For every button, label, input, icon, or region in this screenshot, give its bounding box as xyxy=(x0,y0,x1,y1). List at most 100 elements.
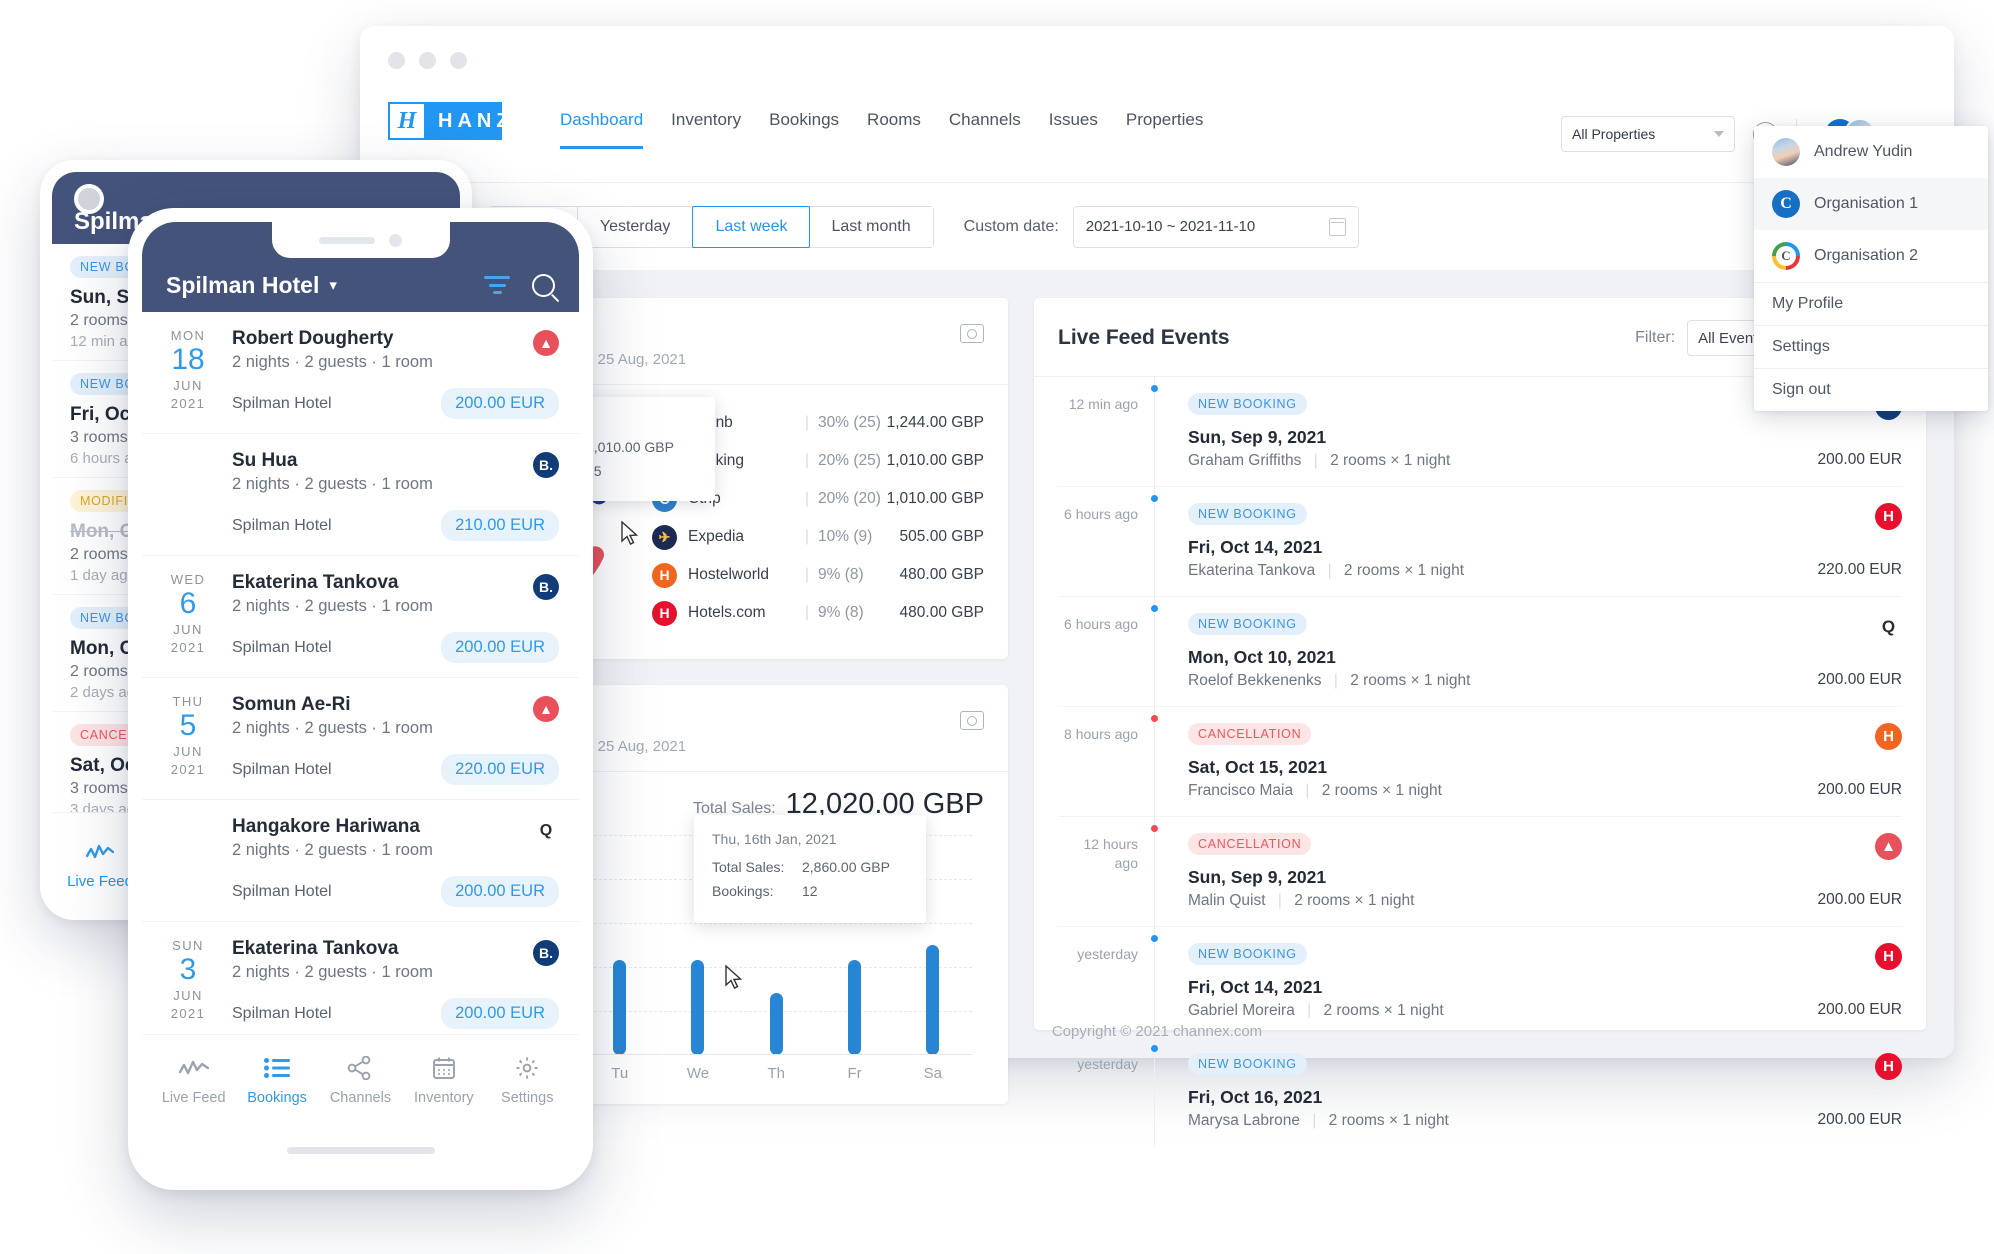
divider: | xyxy=(805,490,809,508)
nav-item-rooms[interactable]: Rooms xyxy=(867,110,921,146)
logo-wordmark: HANZ xyxy=(426,102,502,140)
calendar-icon xyxy=(1329,218,1346,236)
nav-item-channels[interactable]: Channels xyxy=(949,110,1021,146)
live-feed-row[interactable]: yesterday NEW BOOKING H Fri, Oct 14, 202… xyxy=(1058,927,1902,1037)
maximize-window-dot[interactable] xyxy=(450,52,467,69)
x-label: We xyxy=(659,1065,737,1082)
camera-icon[interactable] xyxy=(960,711,984,730)
dropdown-item-organisation-2[interactable]: C Organisation 2 xyxy=(1754,230,1988,282)
mouse-cursor-icon xyxy=(620,521,640,547)
guest-name: Marysa Labrone xyxy=(1188,1112,1300,1129)
guest-name: Francisco Maia xyxy=(1188,782,1293,799)
booking-list-item[interactable]: WED 6 JUN 2021 Ekaterina Tankova 2 night… xyxy=(142,556,579,678)
booking-footer: Spilman Hotel 220.00 EUR xyxy=(232,754,559,785)
guest-name: Gabriel Moreira xyxy=(1188,1002,1295,1019)
month: JUN xyxy=(158,378,218,393)
booking-list-item[interactable]: MON 18 JUN 2021 Robert Dougherty 2 night… xyxy=(142,312,579,434)
source-amount: 1,010.00 GBP xyxy=(887,452,984,470)
phone-nav-item-live-feed[interactable]: Live Feed xyxy=(157,1053,231,1176)
source-row-expedia[interactable]: ✈ Expedia | 10% (9) 505.00 GBP xyxy=(652,525,984,550)
event-detail: 2 rooms × 1 night xyxy=(1323,1002,1443,1019)
camera-icon[interactable] xyxy=(960,324,984,343)
phone-bookings-list[interactable]: MON 18 JUN 2021 Robert Dougherty 2 night… xyxy=(142,312,579,1034)
phone-hotel-title[interactable]: Spilman Hotel xyxy=(166,272,319,299)
chevron-down-icon[interactable]: ▾ xyxy=(329,276,337,294)
bar[interactable] xyxy=(691,960,704,1055)
date-preset-last-month[interactable]: Last month xyxy=(809,207,932,247)
booking-main: Somun Ae-Ri 2 nights · 2 guests · 1 room… xyxy=(218,694,559,785)
phone-nav-label: Channels xyxy=(330,1090,391,1106)
source-row-hotels[interactable]: H Hotels.com | 9% (8) 480.00 GBP xyxy=(652,601,984,626)
search-icon[interactable] xyxy=(532,274,555,297)
x-label: Sa xyxy=(894,1065,972,1082)
booking-list-item[interactable]: Su Hua 2 nights · 2 guests · 1 room Spil… xyxy=(142,434,579,556)
event-date: Fri, Oct 14, 2021 xyxy=(1188,537,1902,558)
booking-icon: B. xyxy=(533,574,559,600)
date-preset-last-week[interactable]: Last week xyxy=(692,206,810,248)
source-amount: 480.00 GBP xyxy=(900,566,984,584)
booking-date-block xyxy=(158,816,218,907)
front-camera-icon xyxy=(389,234,402,247)
footer-copyright: Copyright © 2021 channex.com xyxy=(360,1023,1954,1040)
hotels-icon: H xyxy=(1875,503,1902,530)
source-amount: 1,010.00 GBP xyxy=(887,490,984,508)
bar[interactable] xyxy=(613,960,626,1055)
home-indicator xyxy=(287,1147,435,1154)
date-preset-yesterday[interactable]: Yesterday xyxy=(578,207,694,247)
hotels-icon: H xyxy=(652,601,677,626)
event-amount: 200.00 EUR xyxy=(1818,1111,1902,1129)
speaker-icon xyxy=(319,237,375,244)
dropdown-item-profile-name[interactable]: Andrew Yudin xyxy=(1754,126,1988,178)
close-window-dot[interactable] xyxy=(388,52,405,69)
dropdown-label: My Profile xyxy=(1772,295,1843,313)
user-dropdown-menu[interactable]: Andrew Yudin C Organisation 1 C Organisa… xyxy=(1754,126,1988,411)
year: 2021 xyxy=(158,640,218,655)
airbnb-icon: ▲ xyxy=(533,330,559,356)
property-select[interactable]: All Properties xyxy=(1561,116,1735,152)
nav-item-issues[interactable]: Issues xyxy=(1049,110,1098,146)
dropdown-item-organisation-1[interactable]: C Organisation 1 xyxy=(1754,178,1988,230)
phone-nav-item-settings[interactable]: Settings xyxy=(490,1053,564,1176)
dropdown-label: Organisation 2 xyxy=(1814,247,1918,265)
booking-list-item[interactable]: SUN 3 JUN 2021 Ekaterina Tankova 2 night… xyxy=(142,922,579,1034)
status-badge: NEW BOOKING xyxy=(1188,393,1307,415)
booking-list-item[interactable]: THU 5 JUN 2021 Somun Ae-Ri 2 nights · 2 … xyxy=(142,678,579,800)
bar[interactable] xyxy=(848,960,861,1055)
nav-item-inventory[interactable]: Inventory xyxy=(671,110,741,146)
window-controls[interactable] xyxy=(388,52,467,69)
guest-name: Malin Quist xyxy=(1188,892,1266,909)
filter-icon[interactable] xyxy=(484,276,510,294)
main-navigation[interactable]: Dashboard Inventory Bookings Rooms Chann… xyxy=(560,110,1203,149)
phone-nav-item-bookings[interactable]: Bookings xyxy=(240,1053,314,1176)
live-feed-row[interactable]: 6 hours ago NEW BOOKING H Fri, Oct 14, 2… xyxy=(1058,487,1902,597)
source-row-hostelworld[interactable]: H Hostelworld | 9% (8) 480.00 GBP xyxy=(652,563,984,588)
phone-nav-label: Live Feed xyxy=(162,1090,226,1106)
event-meta: Malin Quist | 2 rooms × 1 night xyxy=(1188,892,1902,910)
minimize-window-dot[interactable] xyxy=(419,52,436,69)
phone-nav-item-inventory[interactable]: Inventory xyxy=(407,1053,481,1176)
phone-nav-item-channels[interactable]: Channels xyxy=(323,1053,397,1176)
source-name: Hotels.com xyxy=(688,604,796,622)
booking-detail: 2 nights · 2 guests · 1 room xyxy=(232,475,559,494)
sales-tooltip: Thu, 16th Jan, 2021 Total Sales: 2,860.0… xyxy=(694,815,926,923)
booking-price: 210.00 EUR xyxy=(441,510,559,541)
live-feed-row[interactable]: yesterday NEW BOOKING H Fri, Oct 16, 202… xyxy=(1058,1037,1902,1146)
dropdown-item-sign-out[interactable]: Sign out xyxy=(1754,368,1988,411)
live-feed-row[interactable]: 8 hours ago CANCELLATION H Sat, Oct 15, … xyxy=(1058,707,1902,817)
event-body: CANCELLATION H Sat, Oct 15, 2021 Francis… xyxy=(1154,723,1902,800)
live-feed-row[interactable]: 6 hours ago NEW BOOKING Q Mon, Oct 10, 2… xyxy=(1058,597,1902,707)
source-name: Expedia xyxy=(688,528,796,546)
guest-name: Somun Ae-Ri xyxy=(232,694,559,716)
nav-item-dashboard[interactable]: Dashboard xyxy=(560,110,643,149)
live-feed-row[interactable]: 12 hours ago CANCELLATION ▲ Sun, Sep 9, … xyxy=(1058,817,1902,927)
custom-date-input[interactable]: 2021-10-10 ~ 2021-11-10 xyxy=(1073,206,1359,248)
phone-bottom-nav[interactable]: Live Feed Bookings xyxy=(142,1034,579,1176)
app-logo[interactable]: H HANZ xyxy=(388,102,502,140)
nav-item-properties[interactable]: Properties xyxy=(1126,110,1203,146)
event-detail: 2 rooms × 1 night xyxy=(1329,1112,1449,1129)
dropdown-item-my-profile[interactable]: My Profile xyxy=(1754,282,1988,325)
event-detail: 2 rooms × 1 night xyxy=(1344,562,1464,579)
dropdown-item-settings[interactable]: Settings xyxy=(1754,325,1988,368)
booking-list-item[interactable]: Hangakore Hariwana 2 nights · 2 guests ·… xyxy=(142,800,579,922)
nav-item-bookings[interactable]: Bookings xyxy=(769,110,839,146)
